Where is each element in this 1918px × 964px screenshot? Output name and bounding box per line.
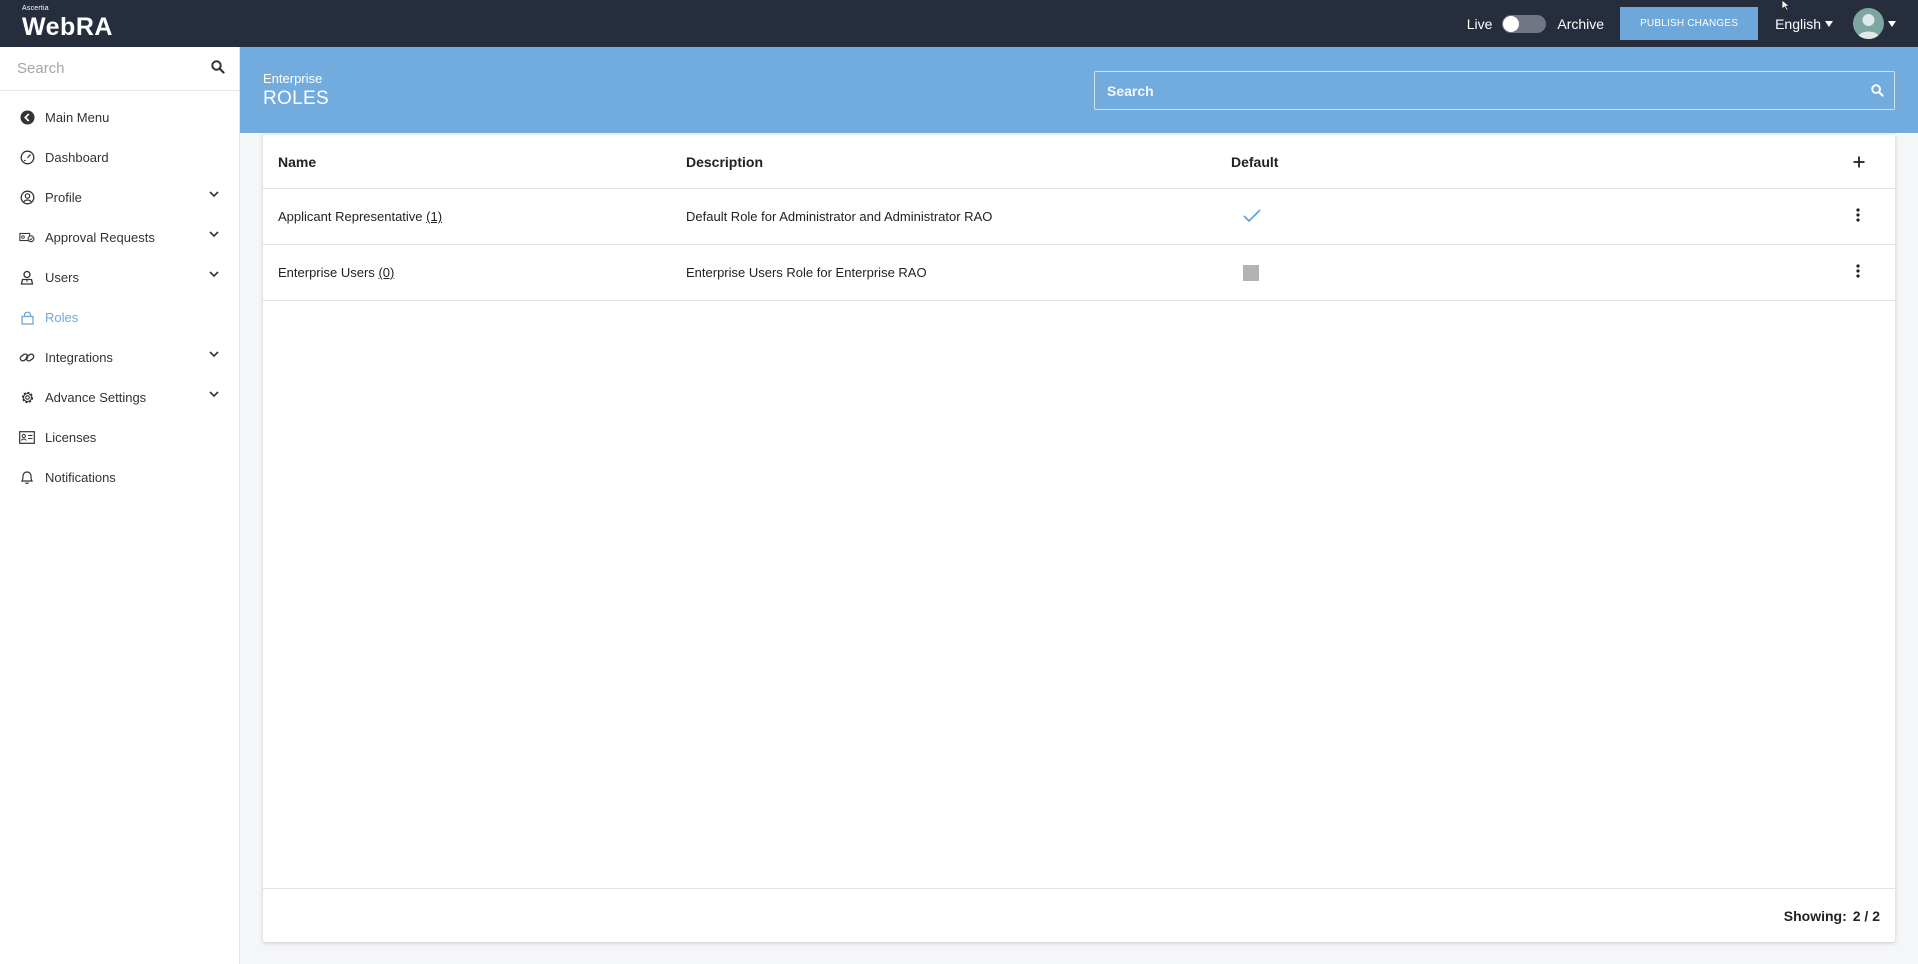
sidebar-item-label: Advance Settings xyxy=(45,389,147,405)
sidebar-item-integrations[interactable]: Integrations xyxy=(0,337,239,377)
sidebar-item-profile[interactable]: Profile xyxy=(0,177,239,217)
sidebar-item-licenses[interactable]: Licenses xyxy=(0,417,239,457)
sidebar-item-label: Integrations xyxy=(45,349,113,365)
language-label: English xyxy=(1775,15,1821,32)
row-actions-kebab-icon[interactable] xyxy=(1855,263,1861,279)
user-menu[interactable] xyxy=(1853,8,1896,39)
chevron-down-icon xyxy=(209,271,219,278)
sidebar-item-notifications[interactable]: Notifications xyxy=(0,457,239,497)
back-circle-icon xyxy=(19,109,35,125)
sidebar-search xyxy=(0,47,239,91)
avatar xyxy=(1853,8,1884,39)
sidebar-item-label: Notifications xyxy=(45,469,116,485)
showing-count: Showing: 2 / 2 xyxy=(1784,908,1880,924)
column-header-description[interactable]: Description xyxy=(686,154,763,170)
table-row[interactable]: Applicant Representative (1) Default Rol… xyxy=(263,189,1895,245)
sidebar-item-users[interactable]: Users xyxy=(0,257,239,297)
lock-icon xyxy=(19,309,35,325)
column-header-name[interactable]: Name xyxy=(278,154,316,170)
toggle-knob xyxy=(1503,15,1520,32)
sidebar-item-label: Dashboard xyxy=(45,149,109,165)
search-icon[interactable] xyxy=(211,60,225,74)
chevron-down-icon xyxy=(209,351,219,358)
sidebar-item-advance-settings[interactable]: Advance Settings xyxy=(0,377,239,417)
sidebar-item-label: Users xyxy=(45,269,79,285)
user-circle-icon xyxy=(19,189,35,205)
role-description: Enterprise Users Role for Enterprise RAO xyxy=(686,265,927,280)
live-archive-toggle[interactable] xyxy=(1502,14,1547,33)
page-header: Enterprise ROLES xyxy=(240,47,1918,133)
role-name-cell: Enterprise Users (0) xyxy=(278,265,394,280)
sidebar-item-label: Licenses xyxy=(45,429,97,445)
chevron-down-icon xyxy=(209,191,219,198)
search-icon[interactable] xyxy=(1871,84,1884,97)
sidebar-item-dashboard[interactable]: Dashboard xyxy=(0,137,239,177)
language-selector[interactable]: English xyxy=(1775,16,1833,32)
row-actions-kebab-icon[interactable] xyxy=(1855,207,1861,223)
logo-name: WebRA xyxy=(22,13,113,41)
sidebar-item-label: Roles xyxy=(45,309,79,325)
page-title: ROLES xyxy=(263,88,329,109)
breadcrumb[interactable]: Enterprise xyxy=(263,71,322,86)
column-header-default[interactable]: Default xyxy=(1231,154,1278,170)
chevron-down-icon xyxy=(209,231,219,238)
caret-down-icon xyxy=(1825,20,1833,27)
sidebar-item-roles[interactable]: Roles xyxy=(0,297,239,337)
archive-label: Archive xyxy=(1557,15,1605,32)
table-row[interactable]: Enterprise Users (0) Enterprise Users Ro… xyxy=(263,245,1895,301)
default-unset-icon xyxy=(1243,265,1259,286)
table-header: Name Description Default xyxy=(263,135,1895,189)
gear-icon xyxy=(19,389,35,405)
app-logo[interactable]: Ascertia WebRA xyxy=(22,5,113,41)
sidebar-item-approval-requests[interactable]: Approval Requests xyxy=(0,217,239,257)
sidebar: Main Menu Dashboard Profile Approval Req… xyxy=(0,47,240,964)
role-user-count-link[interactable]: (1) xyxy=(426,209,442,224)
caret-down-icon xyxy=(1888,20,1896,27)
sidebar-item-label: Profile xyxy=(45,189,82,205)
add-role-button[interactable] xyxy=(1851,154,1867,170)
bell-icon xyxy=(19,469,35,485)
role-name: Enterprise Users xyxy=(278,265,375,280)
showing-value: 2 / 2 xyxy=(1852,908,1880,924)
approval-icon xyxy=(19,229,35,245)
sidebar-search-input[interactable] xyxy=(0,47,200,89)
link-icon xyxy=(19,349,35,365)
publish-changes-button[interactable]: PUBLISH CHANGES xyxy=(1620,7,1759,40)
roles-search-input[interactable] xyxy=(1095,72,1855,109)
user-silhouette-icon xyxy=(1857,14,1880,39)
gauge-icon xyxy=(19,149,35,165)
roles-search xyxy=(1094,71,1895,110)
sidebar-item-label: Approval Requests xyxy=(45,229,155,245)
live-label: Live xyxy=(1466,15,1493,32)
user-icon xyxy=(19,269,35,285)
mouse-cursor-icon xyxy=(1781,0,1791,12)
role-description: Default Role for Administrator and Admin… xyxy=(686,209,993,224)
chevron-down-icon xyxy=(209,391,219,398)
role-name-cell: Applicant Representative (1) xyxy=(278,209,442,224)
roles-table: Name Description Default Applicant Repre… xyxy=(263,135,1895,942)
id-card-icon xyxy=(19,429,35,445)
sidebar-nav: Main Menu Dashboard Profile Approval Req… xyxy=(0,91,239,497)
table-footer: Showing: 2 / 2 xyxy=(263,888,1895,942)
logo-brand: Ascertia xyxy=(22,5,49,12)
showing-label: Showing: xyxy=(1783,908,1847,924)
top-bar: Ascertia WebRA Live Archive PUBLISH CHAN… xyxy=(0,0,1918,47)
role-name: Applicant Representative xyxy=(278,209,423,224)
sidebar-item-main-menu[interactable]: Main Menu xyxy=(0,97,239,137)
sidebar-item-label: Main Menu xyxy=(45,109,110,125)
role-user-count-link[interactable]: (0) xyxy=(378,265,394,280)
default-checkmark-icon xyxy=(1242,208,1262,229)
